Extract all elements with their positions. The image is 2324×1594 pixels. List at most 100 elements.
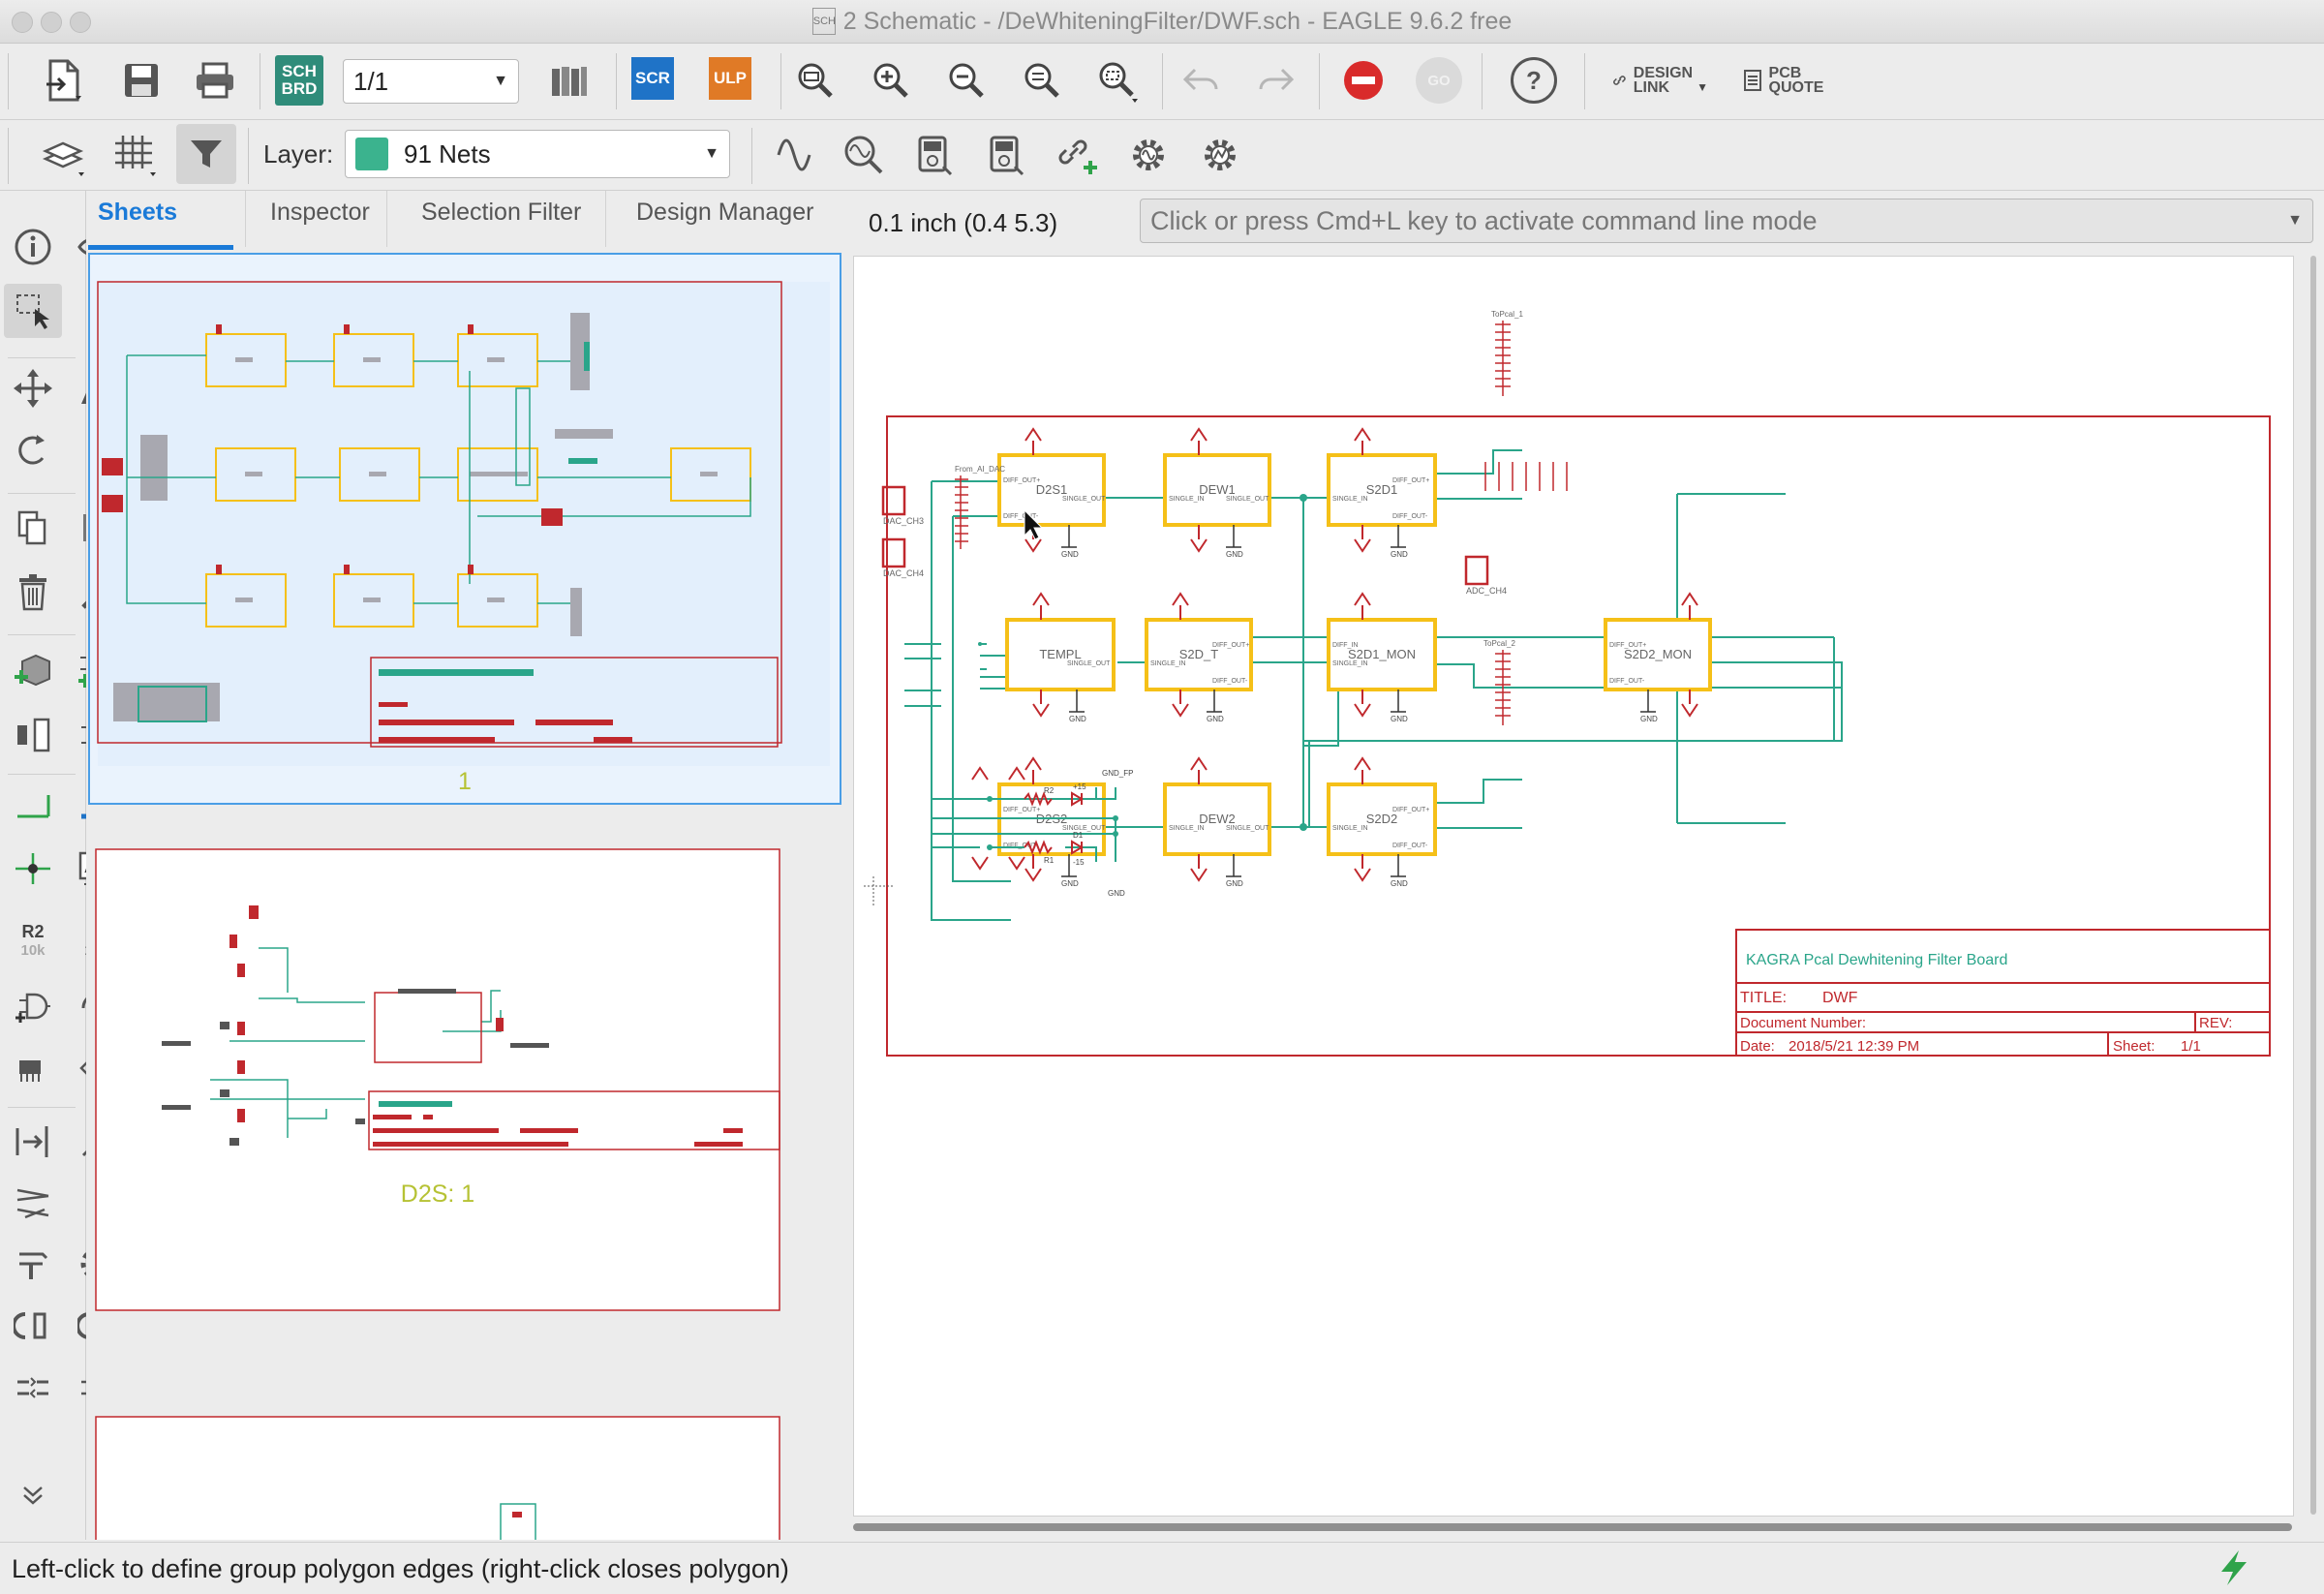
gateswap-arrow-icon[interactable] bbox=[4, 1115, 62, 1169]
voltage-probe-icon[interactable] bbox=[906, 128, 961, 182]
draw-wire-icon[interactable] bbox=[4, 780, 62, 834]
attribute-icon[interactable] bbox=[4, 1043, 62, 1097]
stop-icon[interactable] bbox=[1340, 57, 1387, 104]
sheet-1-label: 1 bbox=[458, 768, 472, 795]
grid-icon[interactable] bbox=[107, 126, 167, 184]
group-select-icon[interactable] bbox=[4, 284, 62, 338]
link-icon bbox=[1613, 76, 1626, 85]
pin-label: DIFF_IN bbox=[1332, 642, 1358, 649]
current-probe-icon[interactable] bbox=[978, 128, 1032, 182]
command-line-placeholder: Click or press Cmd+L key to activate com… bbox=[1150, 205, 1818, 235]
pcb-quote-button[interactable]: PCB QUOTE bbox=[1739, 59, 1826, 102]
chevron-down-icon: ▼ bbox=[704, 145, 719, 162]
move-icon[interactable] bbox=[4, 361, 62, 415]
vertical-scrollbar[interactable] bbox=[2309, 256, 2318, 1515]
block-name-s2d1-mon: S2D1_MON bbox=[1348, 647, 1416, 661]
add-part-icon[interactable] bbox=[4, 642, 62, 696]
ratsnest-icon[interactable] bbox=[4, 1175, 62, 1229]
save-icon[interactable] bbox=[114, 53, 168, 107]
pin-label: DIFF_OUT- bbox=[1212, 678, 1248, 685]
run-ulp-button[interactable]: ULP bbox=[709, 57, 751, 100]
pcb-quote-top: PCB bbox=[1768, 65, 1802, 81]
pin-label: SINGLE_OUT bbox=[1067, 660, 1111, 667]
gnd-label: GND bbox=[1391, 879, 1408, 888]
sheet-label: Sheet: bbox=[2113, 1038, 2155, 1055]
connector-adc-ch4[interactable] bbox=[1464, 555, 1489, 586]
toolbar-separator bbox=[8, 774, 76, 775]
tab-sheets[interactable]: Sheets bbox=[98, 199, 177, 227]
zoom-fit-icon[interactable] bbox=[790, 55, 841, 106]
sheet-select[interactable]: 1/1 ▼ bbox=[343, 59, 519, 104]
go-button[interactable]: GO bbox=[1416, 57, 1462, 104]
tab-selection-filter[interactable]: Selection Filter bbox=[421, 199, 581, 227]
run-simulation-icon[interactable] bbox=[1193, 128, 1247, 182]
print-icon[interactable] bbox=[188, 53, 242, 107]
title-bar: SCH 2 Schematic - /DeWhiteningFilter/DWF.… bbox=[0, 0, 2324, 44]
horizontal-scrollbar[interactable] bbox=[853, 1521, 2292, 1533]
expand-more-icon[interactable] bbox=[4, 1469, 62, 1523]
connector-label-dac-ch3: DAC_CH3 bbox=[883, 516, 924, 526]
design-link-button[interactable]: DESIGN LINK ▼ bbox=[1611, 59, 1708, 102]
name-tool-value: 10k bbox=[20, 942, 46, 959]
quote-document-icon bbox=[1743, 70, 1761, 91]
invoke-gate-icon[interactable] bbox=[4, 979, 62, 1033]
add-net-link-icon[interactable] bbox=[1050, 128, 1104, 182]
replace-part-icon[interactable] bbox=[4, 708, 62, 762]
layer-select[interactable]: 91 Nets ▼ bbox=[345, 130, 730, 178]
layer-settings-icon[interactable] bbox=[35, 126, 95, 184]
date-value: 2018/5/21 12:39 PM bbox=[1789, 1038, 1919, 1055]
gnd-label: GND bbox=[1391, 550, 1408, 559]
script-scr-button[interactable]: SCR bbox=[631, 57, 674, 100]
filter-icon[interactable] bbox=[176, 124, 236, 184]
sheet-value: 1/1 bbox=[2181, 1038, 2201, 1055]
vertical-scroll-thumb[interactable] bbox=[2310, 256, 2316, 1515]
cursor-coordinates: 0.1 inch (0.4 5.3) bbox=[869, 208, 1058, 237]
info-icon[interactable] bbox=[4, 220, 62, 274]
name-tool-button[interactable]: R2 10k bbox=[4, 913, 62, 967]
toolbar-separator bbox=[1482, 53, 1483, 109]
sch-brd-switch-button[interactable]: SCH BRD bbox=[275, 55, 323, 106]
status-message: Left-click to define group polygon edges… bbox=[12, 1554, 789, 1583]
simulation-settings-icon[interactable] bbox=[1121, 128, 1176, 182]
sheet-thumbnail-d2s[interactable]: D2S: 1 bbox=[94, 847, 838, 1322]
library-books-icon[interactable] bbox=[542, 55, 596, 109]
gnd-label: GND bbox=[1061, 879, 1079, 888]
side-panel: Sheets Inspector Selection Filter Design… bbox=[86, 191, 843, 1540]
simulate-signal-icon[interactable] bbox=[767, 128, 821, 182]
zoom-select-icon[interactable] bbox=[1092, 55, 1147, 109]
bracket-swap-icon[interactable] bbox=[4, 1299, 62, 1353]
delete-trash-icon[interactable] bbox=[4, 565, 62, 619]
pinswap-icon[interactable] bbox=[4, 1361, 62, 1415]
tab-design-manager[interactable]: Design Manager bbox=[636, 199, 813, 227]
zoom-in-icon[interactable] bbox=[866, 55, 916, 106]
header-label-topcal-1: ToPcal_1 bbox=[1491, 310, 1523, 319]
open-file-icon[interactable] bbox=[37, 53, 91, 107]
pin-label: DIFF_OUT+ bbox=[1609, 642, 1646, 649]
sheet-thumbnail-3[interactable] bbox=[94, 1415, 838, 1540]
sheet-thumbnail-1[interactable]: 1 bbox=[88, 253, 841, 805]
undo-icon[interactable] bbox=[1176, 57, 1226, 104]
tab-inspector[interactable]: Inspector bbox=[270, 199, 370, 227]
split-icon[interactable] bbox=[4, 1237, 62, 1291]
schematic-canvas[interactable]: KAGRA Pcal Dewhitening Filter Board TITL… bbox=[853, 256, 2294, 1517]
sheet-list: 1 D2S: 1 bbox=[86, 253, 843, 1540]
minus15-label: -15 bbox=[1073, 858, 1085, 867]
junction-icon[interactable] bbox=[4, 842, 62, 896]
command-row: 0.1 inch (0.4 5.3) Click or press Cmd+L … bbox=[845, 191, 2324, 251]
signal-probe-icon[interactable] bbox=[837, 128, 891, 182]
lightning-icon[interactable] bbox=[2214, 1548, 2252, 1594]
command-line-input[interactable]: Click or press Cmd+L key to activate com… bbox=[1140, 199, 2313, 243]
zoom-redraw-icon[interactable] bbox=[1017, 55, 1067, 106]
toolbar-separator bbox=[780, 53, 781, 109]
redo-icon[interactable] bbox=[1251, 57, 1301, 104]
zoom-out-icon[interactable] bbox=[941, 55, 992, 106]
help-button[interactable]: ? bbox=[1511, 57, 1557, 104]
copy-icon[interactable] bbox=[4, 501, 62, 555]
chevron-down-icon: ▼ bbox=[2287, 212, 2303, 229]
resistor-r2-label: R2 bbox=[1044, 786, 1055, 795]
horizontal-scroll-thumb[interactable] bbox=[853, 1523, 2292, 1531]
toolbar-separator bbox=[248, 128, 249, 184]
sheet-d2s-label: D2S: 1 bbox=[400, 1180, 475, 1208]
rotate-icon[interactable] bbox=[4, 423, 62, 477]
block-name-templ: TEMPL bbox=[1039, 647, 1081, 661]
